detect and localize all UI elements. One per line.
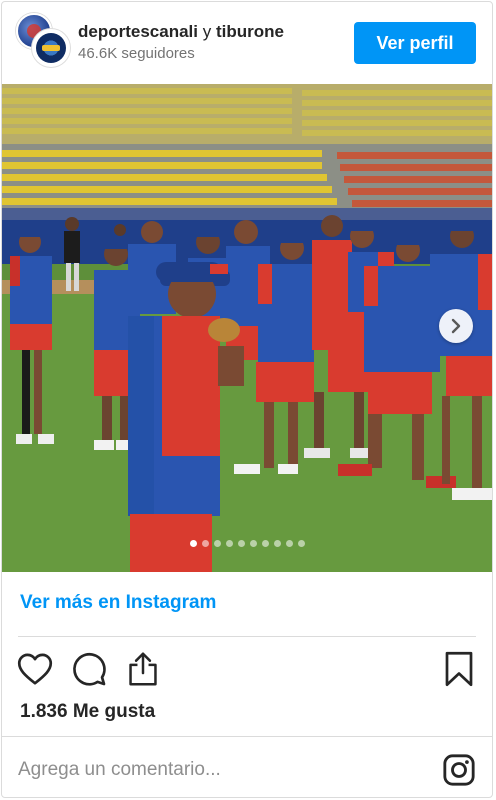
carousel-dot[interactable]: [273, 540, 281, 547]
bookmark-icon: [445, 651, 473, 687]
carousel-dot[interactable]: [261, 540, 269, 547]
divider: [2, 736, 492, 737]
carousel-dot[interactable]: [285, 540, 293, 547]
carousel-dot[interactable]: [249, 540, 257, 547]
followers-count: 46.6K seguidores: [78, 45, 195, 62]
likes-count[interactable]: 1.836 Me gusta: [20, 701, 155, 723]
share-button[interactable]: [124, 650, 162, 688]
comment-input[interactable]: [18, 756, 418, 784]
view-profile-button[interactable]: Ver perfil: [354, 22, 476, 64]
carousel-dot[interactable]: [189, 540, 197, 547]
post-header: deportescanali y tiburone 46.6K seguidor…: [2, 2, 492, 84]
post-photo[interactable]: [2, 84, 492, 572]
team-photo-image: [2, 84, 492, 572]
username-link[interactable]: deportescanali: [78, 22, 198, 41]
carousel-dot[interactable]: [237, 540, 245, 547]
carousel-next-button[interactable]: [439, 309, 473, 343]
avatar-tiburones[interactable]: [32, 29, 70, 67]
heart-icon: [17, 653, 53, 685]
divider: [18, 636, 476, 637]
author-avatars[interactable]: [16, 13, 72, 69]
like-button[interactable]: [16, 650, 54, 688]
authors-line: deportescanali y tiburone: [78, 21, 338, 43]
chevron-right-icon: [451, 318, 461, 334]
authors-conjunction: y: [202, 22, 212, 41]
comment-icon: [73, 652, 106, 686]
comment-button[interactable]: [70, 650, 108, 688]
carousel-dot[interactable]: [225, 540, 233, 547]
carousel-dot[interactable]: [201, 540, 209, 547]
share-icon: [129, 652, 157, 686]
carousel-dots: [2, 540, 492, 547]
instagram-embed-card: deportescanali y tiburone 46.6K seguidor…: [1, 1, 493, 798]
instagram-icon: [443, 754, 475, 786]
instagram-logo-link[interactable]: [440, 751, 478, 789]
view-more-instagram-link[interactable]: Ver más en Instagram: [20, 592, 216, 614]
save-button[interactable]: [440, 650, 478, 688]
carousel-dot[interactable]: [297, 540, 305, 547]
author-names: deportescanali y tiburone 46.6K seguidor…: [78, 21, 338, 62]
carousel-dot[interactable]: [213, 540, 221, 547]
coauthor-link[interactable]: tiburone: [216, 22, 284, 41]
